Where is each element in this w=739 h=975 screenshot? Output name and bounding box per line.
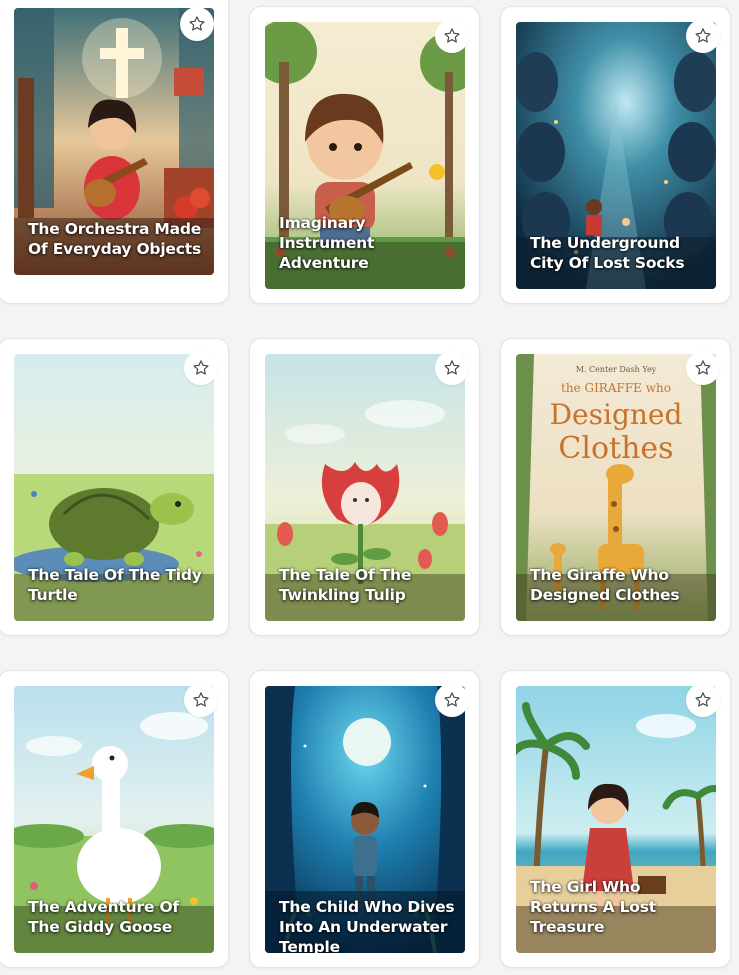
book-card[interactable]: The Girl Who Returns A Lost Treasure xyxy=(500,670,731,968)
star-outline-icon xyxy=(193,692,209,707)
favorite-button[interactable] xyxy=(435,683,469,717)
book-title: The Tale Of The Tidy Turtle xyxy=(28,566,202,604)
favorite-button[interactable] xyxy=(686,19,720,53)
book-title: Imaginary Instrument Adventure xyxy=(279,214,375,272)
book-title: The Adventure Of The Giddy Goose xyxy=(28,898,179,936)
book-cover[interactable]: M. Center Dash Yey the GIRAFFE who Desig… xyxy=(516,354,716,621)
book-cover[interactable]: The Tale Of The Tidy Turtle xyxy=(14,354,214,621)
star-outline-icon xyxy=(189,16,205,31)
star-outline-icon xyxy=(193,360,209,375)
book-cover[interactable]: The Adventure Of The Giddy Goose xyxy=(14,686,214,953)
star-outline-icon xyxy=(444,360,460,375)
book-cover[interactable]: The Girl Who Returns A Lost Treasure xyxy=(516,686,716,953)
book-card[interactable]: M. Center Dash Yey the GIRAFFE who Desig… xyxy=(500,338,731,636)
book-card[interactable]: The Adventure Of The Giddy Goose xyxy=(0,670,229,968)
cover-title-line2: Designed xyxy=(550,398,683,431)
cover-title-line3: Clothes xyxy=(558,431,673,466)
book-cover[interactable]: Imaginary Instrument Adventure xyxy=(265,22,465,289)
star-outline-icon xyxy=(695,28,711,43)
favorite-button[interactable] xyxy=(435,351,469,385)
book-card[interactable]: The Child Who Dives Into An Underwater T… xyxy=(249,670,480,968)
favorite-button[interactable] xyxy=(180,7,214,41)
book-title: The Tale Of The Twinkling Tulip xyxy=(279,566,412,604)
book-title: The Giraffe Who Designed Clothes xyxy=(530,566,680,604)
favorite-button[interactable] xyxy=(184,683,218,717)
book-title: The Girl Who Returns A Lost Treasure xyxy=(530,878,656,936)
book-cover[interactable]: The Underground City Of Lost Socks xyxy=(516,22,716,289)
star-outline-icon xyxy=(444,28,460,43)
book-title: The Orchestra Made Of Everyday Objects xyxy=(28,220,202,258)
book-card[interactable]: The Underground City Of Lost Socks xyxy=(500,6,731,304)
favorite-button[interactable] xyxy=(184,351,218,385)
book-card[interactable]: The Tale Of The Twinkling Tulip xyxy=(249,338,480,636)
cover-author: M. Center Dash Yey xyxy=(576,365,657,374)
book-title: The Child Who Dives Into An Underwater T… xyxy=(279,898,455,953)
favorite-button[interactable] xyxy=(686,683,720,717)
star-outline-icon xyxy=(695,692,711,707)
book-cover[interactable]: The Tale Of The Twinkling Tulip xyxy=(265,354,465,621)
star-outline-icon xyxy=(444,692,460,707)
cover-title-line1: the GIRAFFE who xyxy=(561,381,671,395)
favorite-button[interactable] xyxy=(435,19,469,53)
favorite-button[interactable] xyxy=(686,351,720,385)
book-card[interactable]: The Tale Of The Tidy Turtle xyxy=(0,338,229,636)
star-outline-icon xyxy=(695,360,711,375)
book-card[interactable]: Imaginary Instrument Adventure xyxy=(249,6,480,304)
book-cover[interactable]: The Orchestra Made Of Everyday Objects xyxy=(14,8,214,275)
book-grid: The Orchestra Made Of Everyday Objects I… xyxy=(0,0,739,975)
book-title: The Underground City Of Lost Socks xyxy=(530,234,685,272)
book-card[interactable]: The Orchestra Made Of Everyday Objects xyxy=(0,0,229,304)
book-cover[interactable]: The Child Who Dives Into An Underwater T… xyxy=(265,686,465,953)
